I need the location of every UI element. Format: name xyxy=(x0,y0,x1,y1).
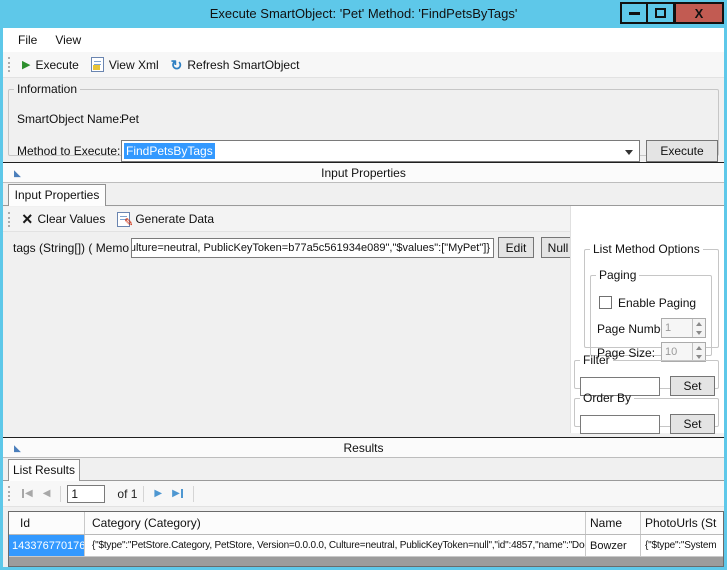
information-group-label: Information xyxy=(14,82,80,96)
list-method-options-group: List Method Options Paging Enable Paging… xyxy=(584,242,719,348)
last-page-button[interactable]: ▶ xyxy=(168,488,187,499)
column-header-name[interactable]: Name xyxy=(586,512,641,534)
generate-data-button[interactable]: ✎ Generate Data xyxy=(111,207,220,231)
page-number-input[interactable] xyxy=(662,319,692,337)
execute-button[interactable]: Execute xyxy=(646,140,718,162)
order-by-group-label: Order By xyxy=(580,391,634,405)
list-results-tab[interactable]: List Results xyxy=(8,459,80,481)
page-input[interactable] xyxy=(67,485,105,503)
first-page-button[interactable]: ◀ xyxy=(18,488,37,499)
refresh-icon: ↻ xyxy=(171,54,183,76)
generate-data-icon: ✎ xyxy=(117,212,130,227)
toolbar-grip[interactable] xyxy=(8,212,10,227)
close-icon: X xyxy=(695,6,704,21)
toolbar-grip[interactable] xyxy=(8,486,10,501)
page-count-label: of 1 xyxy=(117,487,137,501)
results-pager: ◀ ◀ of 1 ▶ ▶ xyxy=(3,481,724,507)
last-page-icon xyxy=(181,489,183,498)
dialog-window: Execute SmartObject: 'Pet' Method: 'Find… xyxy=(0,0,727,570)
order-by-input[interactable] xyxy=(580,415,660,434)
menu-file[interactable]: File xyxy=(9,28,46,52)
close-button[interactable]: X xyxy=(674,2,724,24)
edit-button[interactable]: Edit xyxy=(498,237,534,258)
information-group: Information SmartObject Name: Pet Method… xyxy=(8,82,719,156)
tags-input[interactable]: Culture=neutral, PublicKeyToken=b77a5c56… xyxy=(131,238,494,258)
menu-bar: File View xyxy=(3,28,724,52)
method-combobox[interactable]: FindPetsByTags xyxy=(121,140,640,162)
tags-input-value: Culture=neutral, PublicKeyToken=b77a5c56… xyxy=(131,242,490,254)
spin-up-icon[interactable] xyxy=(693,343,705,352)
first-page-icon xyxy=(22,489,24,498)
window-title: Execute SmartObject: 'Pet' Method: 'Find… xyxy=(3,0,724,28)
execute-toolbar-button[interactable]: ▶ Execute xyxy=(16,53,85,77)
column-header-id[interactable]: Id xyxy=(9,512,85,534)
cell-id[interactable]: 1433767701761 xyxy=(9,535,85,556)
cell-category[interactable]: {"$type":"PetStore.Category, PetStore, V… xyxy=(85,535,586,556)
column-header-photourls[interactable]: PhotoUrls (St xyxy=(641,512,724,534)
view-xml-icon xyxy=(91,57,104,72)
smartobject-name-value: Pet xyxy=(121,112,139,126)
maximize-icon xyxy=(655,8,666,18)
input-properties-title: Input Properties xyxy=(321,166,406,180)
collapse-icon[interactable]: ◣ xyxy=(14,168,21,178)
paging-group: Paging Enable Paging Page Number: Page S… xyxy=(590,268,712,356)
cell-name[interactable]: Bowzer xyxy=(586,535,641,556)
refresh-label: Refresh SmartObject xyxy=(187,58,299,72)
collapse-icon[interactable]: ◣ xyxy=(14,443,21,453)
combo-dropdown-icon[interactable] xyxy=(625,150,633,155)
prev-page-button[interactable]: ◀ xyxy=(39,488,55,499)
execute-toolbar-label: Execute xyxy=(35,58,78,72)
cell-photourls[interactable]: {"$type":"System xyxy=(641,535,724,556)
spin-up-icon[interactable] xyxy=(693,319,705,328)
input-properties-header[interactable]: ◣ Input Properties xyxy=(3,162,724,183)
enable-paging-checkbox[interactable] xyxy=(599,296,612,309)
next-page-button[interactable]: ▶ xyxy=(150,488,166,499)
clear-values-button[interactable]: × Clear Values xyxy=(16,207,111,231)
results-header[interactable]: ◣ Results xyxy=(3,437,724,458)
order-by-group: Order By Set xyxy=(574,391,719,427)
paging-group-label: Paging xyxy=(596,268,639,282)
next-page-icon: ▶ xyxy=(154,488,162,499)
clear-values-icon: × xyxy=(22,209,33,229)
tags-label: tags (String[]) ( Memo ) xyxy=(13,241,136,255)
view-xml-label: View Xml xyxy=(109,58,159,72)
maximize-button[interactable] xyxy=(647,2,674,24)
list-method-options-label: List Method Options xyxy=(590,242,703,256)
table-header-row: Id Category (Category) Name PhotoUrls (S… xyxy=(9,512,724,535)
spin-down-icon[interactable] xyxy=(693,328,705,337)
view-xml-button[interactable]: View Xml xyxy=(85,53,165,77)
toolbar-grip[interactable] xyxy=(8,57,10,72)
menu-view[interactable]: View xyxy=(46,28,90,52)
generate-data-label: Generate Data xyxy=(135,212,214,226)
results-title: Results xyxy=(343,441,383,455)
minimize-icon xyxy=(629,12,640,15)
filter-group: Filter Set xyxy=(574,353,719,389)
prev-page-icon: ◀ xyxy=(43,488,51,499)
titlebar[interactable]: Execute SmartObject: 'Pet' Method: 'Find… xyxy=(3,0,724,28)
enable-paging-label: Enable Paging xyxy=(618,296,696,310)
page-number-spinner[interactable] xyxy=(661,318,706,338)
smartobject-name-label: SmartObject Name: xyxy=(17,112,122,126)
filter-group-label: Filter xyxy=(580,353,613,367)
main-toolbar: ▶ Execute View Xml ↻ Refresh SmartObject xyxy=(3,52,724,78)
input-properties-tab[interactable]: Input Properties xyxy=(8,184,106,206)
list-method-options-panel: List Method Options Paging Enable Paging… xyxy=(570,206,724,433)
clear-values-label: Clear Values xyxy=(38,212,106,226)
results-table: Id Category (Category) Name PhotoUrls (S… xyxy=(8,511,724,567)
method-selected-value: FindPetsByTags xyxy=(124,143,215,159)
table-row[interactable]: 1433767701761 {"$type":"PetStore.Categor… xyxy=(9,535,724,557)
method-to-execute-label: Method to Execute: xyxy=(17,144,120,158)
order-by-set-button[interactable]: Set xyxy=(670,414,715,434)
play-icon: ▶ xyxy=(22,53,30,77)
refresh-smartobject-button[interactable]: ↻ Refresh SmartObject xyxy=(165,53,306,77)
minimize-button[interactable] xyxy=(620,2,647,24)
client-area: File View ▶ Execute View Xml ↻ Refresh S… xyxy=(3,28,724,567)
column-header-category[interactable]: Category (Category) xyxy=(85,512,586,534)
